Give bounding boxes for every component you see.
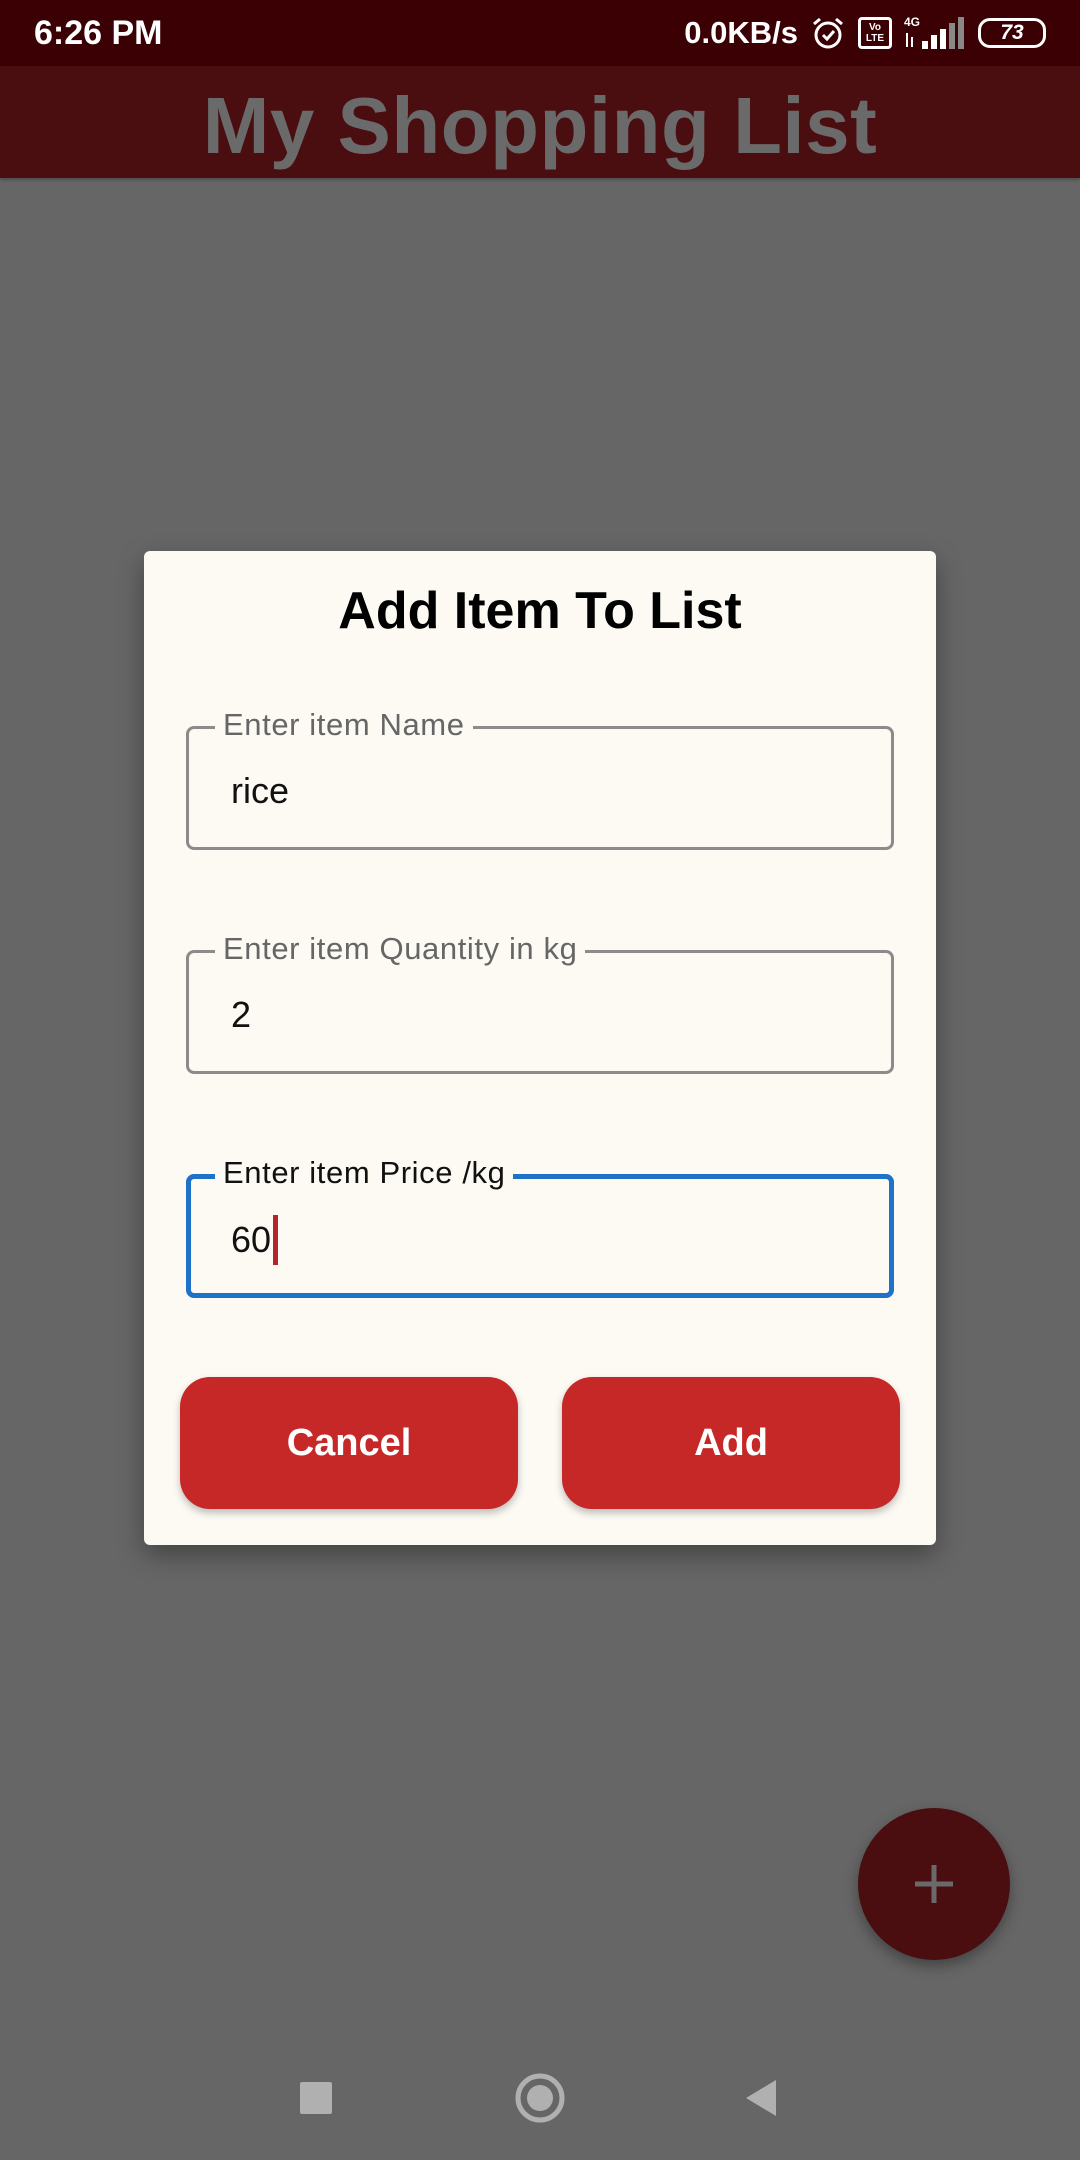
network-type-label: 4G <box>904 15 920 29</box>
alarm-icon <box>813 17 843 49</box>
text-cursor <box>273 1215 279 1265</box>
app-title: My Shopping List <box>202 81 878 170</box>
square-icon <box>300 2082 332 2114</box>
add-item-fab[interactable] <box>858 1808 1010 1960</box>
plus-icon <box>915 1865 953 1903</box>
add-item-dialog: Add Item To List Enter item Name rice En… <box>144 551 936 1545</box>
item-name-label: Enter item Name <box>215 705 473 745</box>
home-button[interactable] <box>512 2070 568 2126</box>
item-price-value: 60 <box>231 1219 272 1260</box>
back-button[interactable] <box>732 2070 788 2126</box>
cancel-button[interactable]: Cancel <box>180 1377 518 1509</box>
recents-button[interactable] <box>288 2070 344 2126</box>
navigation-bar <box>0 2030 1080 2160</box>
item-name-field[interactable]: Enter item Name rice <box>186 705 894 850</box>
status-bar: 6:26 PM 0.0KB/s Vo LTE 4G 73 <box>0 0 1080 66</box>
status-indicators: 0.0KB/s Vo LTE 4G 73 <box>684 12 1046 54</box>
dialog-title: Add Item To List <box>338 582 742 640</box>
item-price-label: Enter item Price /kg <box>215 1153 514 1193</box>
item-quantity-field[interactable]: Enter item Quantity in kg 2 <box>186 929 894 1074</box>
item-name-value[interactable]: rice <box>231 767 289 815</box>
circle-icon <box>515 2073 565 2123</box>
volte-icon: Vo LTE <box>858 17 892 49</box>
signal-icon: 4G <box>904 15 964 49</box>
battery-icon: 73 <box>978 18 1046 48</box>
back-triangle-icon <box>746 2080 776 2116</box>
status-time: 6:26 PM <box>34 14 163 52</box>
network-speed: 0.0KB/s <box>684 15 798 50</box>
app-bar: My Shopping List <box>0 66 1080 178</box>
item-quantity-label: Enter item Quantity in kg <box>215 929 586 969</box>
battery-level: 73 <box>1000 21 1024 44</box>
add-button[interactable]: Add <box>562 1377 900 1509</box>
item-price-field[interactable]: Enter item Price /kg 60 <box>186 1153 894 1298</box>
item-quantity-value[interactable]: 2 <box>231 991 251 1039</box>
item-price-input[interactable]: 60 <box>231 1215 279 1265</box>
